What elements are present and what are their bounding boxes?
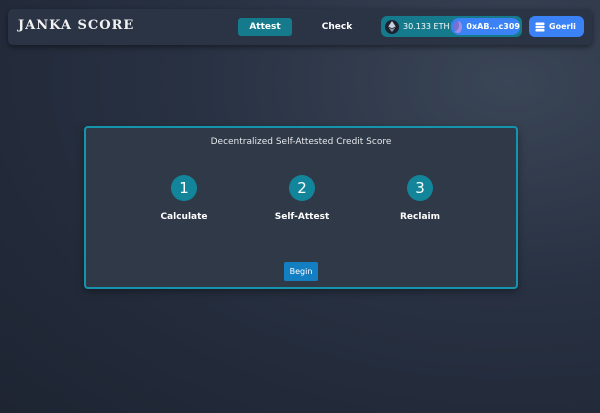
account-avatar-icon — [454, 20, 463, 33]
brand-logo[interactable]: JANKA SCORE — [18, 18, 134, 33]
step-label: Self-Attest — [274, 212, 330, 222]
card-title: Decentralized Self-Attested Credit Score — [210, 137, 392, 147]
step-number: 2 — [289, 175, 315, 201]
navbar: JANKA SCORE Attest Check 30.133 ETH 0xAB… — [8, 9, 592, 45]
account-address: 0xAB...c309 — [466, 22, 520, 31]
step-reclaim: 3 Reclaim — [375, 175, 465, 222]
step-calculate: 1 Calculate — [139, 175, 229, 222]
wallet-info[interactable]: 30.133 ETH 0xAB...c309 — [381, 16, 522, 37]
step-number: 3 — [407, 175, 433, 201]
network-label: Goerli — [549, 22, 576, 31]
step-label: Reclaim — [400, 212, 440, 222]
step-label: Calculate — [160, 212, 208, 222]
eth-balance: 30.133 ETH — [403, 22, 450, 31]
step-self-attest: 2 Self-Attest — [257, 175, 347, 222]
account-button[interactable]: 0xAB...c309 — [451, 18, 520, 35]
network-button[interactable]: Goerli — [529, 16, 584, 37]
nav-attest-tab[interactable]: Attest — [238, 18, 292, 36]
layers-icon — [535, 22, 545, 32]
ethereum-icon — [385, 19, 399, 34]
nav-check-tab[interactable]: Check — [317, 18, 357, 36]
begin-button[interactable]: Begin — [284, 262, 318, 281]
step-number: 1 — [171, 175, 197, 201]
credit-score-card: Decentralized Self-Attested Credit Score… — [84, 126, 518, 289]
